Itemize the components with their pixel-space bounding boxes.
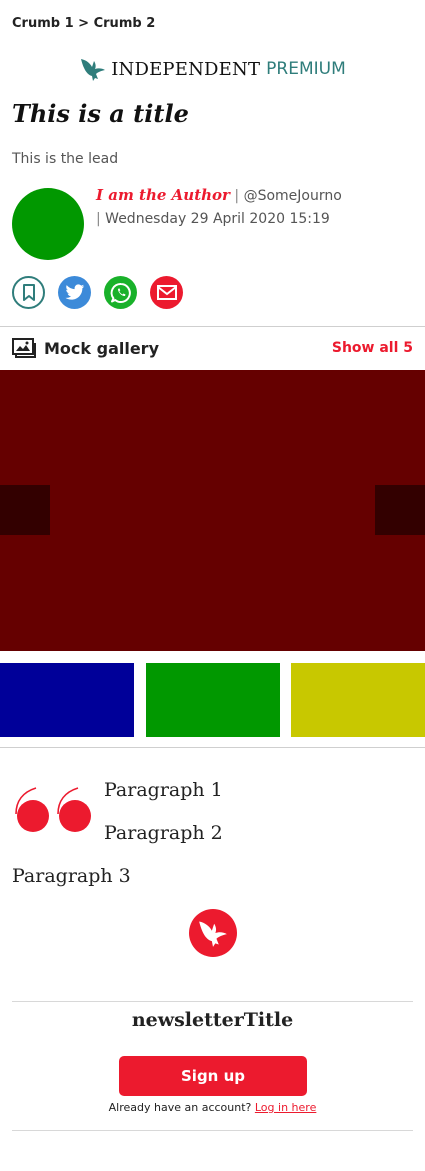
breadcrumb: Crumb 1 > Crumb 2 — [12, 16, 155, 31]
article-end-logo — [189, 909, 237, 957]
divider — [0, 326, 425, 327]
login-link[interactable]: Log in here — [255, 1101, 316, 1114]
eagle-logo-icon — [81, 59, 106, 81]
twitter-icon — [65, 284, 84, 300]
gallery-header: Mock gallery Show all 5 — [12, 337, 413, 359]
gallery-next-button[interactable] — [375, 485, 425, 535]
eagle-icon — [199, 921, 227, 947]
byline: I am the Author | @SomeJourno | Wednesda… — [96, 186, 342, 227]
gallery-prev-button[interactable] — [0, 485, 50, 535]
divider — [12, 1130, 413, 1131]
premium-label: PREMIUM — [266, 59, 346, 79]
whatsapp-share-button[interactable] — [104, 276, 137, 309]
gallery-icon — [12, 338, 36, 358]
gallery-title: Mock gallery — [44, 338, 159, 358]
whatsapp-icon — [110, 282, 131, 303]
gallery-thumbnail[interactable] — [146, 663, 280, 737]
twitter-share-button[interactable] — [58, 276, 91, 309]
paragraph: Paragraph 3 — [12, 865, 131, 887]
gallery-thumbnails — [0, 663, 425, 737]
sign-up-button[interactable]: Sign up — [119, 1056, 307, 1096]
email-icon — [156, 285, 177, 300]
masthead-logo[interactable]: INDEPENDENT PREMIUM — [0, 55, 425, 83]
account-text: Already have an account? — [108, 1101, 252, 1114]
breadcrumb-item-1[interactable]: Crumb 1 — [12, 16, 74, 31]
gallery-thumbnail[interactable] — [0, 663, 134, 737]
breadcrumb-separator: > — [78, 16, 90, 31]
divider — [12, 1001, 413, 1002]
publish-date: Wednesday 29 April 2020 15:19 — [105, 211, 330, 227]
show-all-link[interactable]: Show all 5 — [332, 340, 413, 356]
paragraph: Paragraph 1 — [104, 779, 223, 801]
quote-mark-icon — [15, 787, 91, 832]
paragraph: Paragraph 2 — [104, 822, 223, 844]
author-handle[interactable]: @SomeJourno — [244, 188, 342, 204]
bookmark-icon — [22, 283, 35, 301]
breadcrumb-item-2[interactable]: Crumb 2 — [94, 16, 156, 31]
newsletter-title: newsletterTitle — [131, 1009, 294, 1031]
article-title: This is a title — [12, 99, 189, 128]
author-avatar — [12, 188, 84, 260]
brand-name: INDEPENDENT — [111, 58, 261, 80]
email-share-button[interactable] — [150, 276, 183, 309]
author-name[interactable]: I am the Author — [96, 186, 230, 204]
account-prompt: Already have an account? Log in here — [0, 1101, 425, 1114]
bookmark-button[interactable] — [12, 276, 45, 309]
share-bar — [12, 276, 183, 309]
gallery-main-image[interactable] — [0, 370, 425, 651]
gallery-thumbnail[interactable] — [291, 663, 425, 737]
article-lead: This is the lead — [12, 151, 119, 167]
divider — [0, 747, 425, 748]
